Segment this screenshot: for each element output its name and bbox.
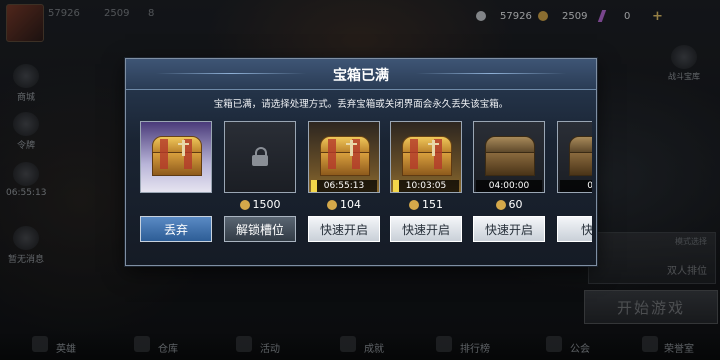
unlock-slot-label: 解锁槽位	[235, 222, 284, 237]
chest-timer: 04:00:00	[476, 180, 542, 192]
chest-slot-list: 丢弃 1500 解锁槽位 06:55:13 104 快速开启 10:03:05 …	[140, 121, 592, 261]
gold-chest-icon	[320, 136, 370, 176]
chest-full-dialog: 宝箱已满 宝箱已满，请选择处理方式。丢弃宝箱或关闭界面会永久丢失该宝箱。 丢弃	[125, 58, 597, 266]
chest-slot-frame[interactable]: 04:00:00	[473, 121, 545, 193]
chest-timer: 06:55:13	[311, 180, 377, 192]
timer-value: 10:03:05	[405, 181, 447, 191]
timer-value: 06:55:13	[323, 181, 365, 191]
gold-coin-icon	[327, 199, 337, 210]
quick-open-price: 60	[473, 198, 545, 211]
chest-timer: 04	[560, 180, 592, 192]
price-value: 60	[508, 198, 523, 211]
dialog-title: 宝箱已满	[333, 68, 389, 84]
bronze-chest-icon	[569, 136, 592, 176]
bronze-chest-icon	[485, 136, 535, 176]
quick-open-button[interactable]: 快速开启	[390, 216, 462, 242]
timer-progress-bar	[311, 180, 317, 192]
timer-value: 04	[587, 181, 592, 191]
gold-chest-icon	[152, 136, 202, 176]
dialog-message: 宝箱已满，请选择处理方式。丢弃宝箱或关闭界面会永久丢失该宝箱。	[213, 99, 509, 110]
chest-slot-frame[interactable]: 04	[557, 121, 592, 193]
gold-coin-icon	[239, 199, 250, 210]
dialog-title-bar: 宝箱已满	[126, 59, 596, 90]
timer-progress-bar	[393, 180, 399, 192]
chest-timer: 10:03:05	[393, 180, 459, 192]
price-value: 1500	[252, 198, 281, 211]
quick-open-price: 104	[308, 198, 380, 211]
chest-slot-frame[interactable]	[140, 121, 212, 193]
gold-coin-icon	[409, 199, 419, 210]
quick-open-label: 快速开启	[401, 222, 450, 237]
quick-open-label: 快速开启	[484, 222, 533, 237]
lock-icon	[252, 147, 268, 166]
quick-open-label: 快速	[580, 222, 592, 237]
quick-open-button[interactable]: 快速	[557, 216, 592, 242]
chest-slot-frame[interactable]: 10:03:05	[390, 121, 462, 193]
price-value: 104	[340, 198, 361, 211]
quick-open-label: 快速开启	[319, 222, 368, 237]
gold-coin-icon	[495, 199, 506, 210]
unlock-price: 1500	[224, 198, 296, 211]
timer-value: 04:00:00	[488, 181, 530, 191]
unlock-slot-button[interactable]: 解锁槽位	[224, 216, 296, 242]
chest-slot-frame[interactable]: 06:55:13	[308, 121, 380, 193]
gold-chest-icon	[402, 136, 452, 176]
quick-open-button[interactable]: 快速开启	[473, 216, 545, 242]
price-value: 151	[422, 198, 443, 211]
quick-open-price: 151	[390, 198, 462, 211]
discard-label: 丢弃	[163, 222, 188, 237]
quick-open-button[interactable]: 快速开启	[308, 216, 380, 242]
discard-button[interactable]: 丢弃	[140, 216, 212, 242]
locked-slot-frame[interactable]	[224, 121, 296, 193]
